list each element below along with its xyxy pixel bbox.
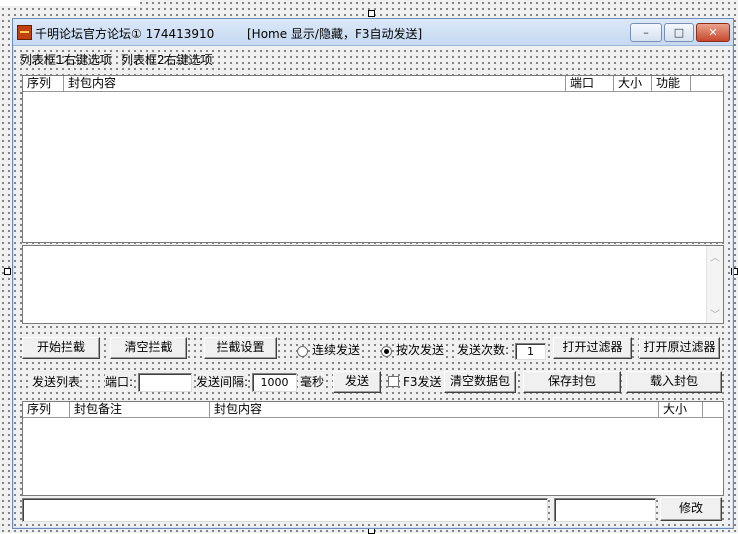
app-icon bbox=[17, 25, 32, 40]
value-edit-input[interactable] bbox=[554, 498, 656, 522]
resize-handle-left[interactable] bbox=[4, 268, 11, 275]
radio-times-send[interactable] bbox=[381, 346, 392, 357]
clear-capture-button[interactable]: 清空拦截 bbox=[110, 337, 187, 359]
send-count-input[interactable]: 1 bbox=[515, 343, 546, 360]
scroll-down-icon[interactable]: ﹀ bbox=[707, 306, 723, 321]
ms-label: 毫秒 bbox=[300, 374, 325, 390]
clear-packets-button[interactable]: 清空数据包 bbox=[444, 371, 516, 393]
column-header-index[interactable]: 序列 bbox=[23, 76, 64, 91]
editor-scrollbar[interactable]: ︿ ﹀ bbox=[706, 246, 723, 323]
send-list-label: 发送列表 bbox=[32, 374, 81, 390]
menu-listbox1-context[interactable]: 列表框1右键选项 bbox=[20, 52, 112, 68]
packet-editor[interactable]: ︿ ﹀ bbox=[22, 245, 724, 324]
minimize-icon: – bbox=[643, 26, 649, 39]
column-header-note[interactable]: 封包备注 bbox=[70, 402, 210, 417]
note-edit-input[interactable] bbox=[22, 498, 548, 522]
designer-top-strip bbox=[0, 0, 140, 6]
f3-send-checkbox[interactable] bbox=[388, 376, 399, 387]
save-packet-button[interactable]: 保存封包 bbox=[523, 371, 621, 393]
port-label: 端口: bbox=[105, 374, 134, 390]
resize-handle-top[interactable] bbox=[368, 10, 375, 17]
column-header-index[interactable]: 序列 bbox=[23, 402, 70, 417]
scroll-up-icon[interactable]: ︿ bbox=[707, 249, 723, 264]
form-designer-canvas: 千明论坛官方论坛① 174413910 [Home 显示/隐藏，F3自动发送] … bbox=[0, 0, 738, 534]
interval-label: 发送间隔: bbox=[196, 374, 249, 390]
open-original-filter-button[interactable]: 打开原过滤器 bbox=[639, 337, 720, 359]
load-packet-button[interactable]: 载入封包 bbox=[626, 371, 722, 393]
close-icon: ✕ bbox=[708, 26, 718, 39]
radio-continuous-send[interactable] bbox=[297, 346, 308, 357]
f3-send-label[interactable]: F3发送 bbox=[403, 374, 442, 390]
send-button[interactable]: 发送 bbox=[333, 371, 381, 393]
times-send-label[interactable]: 按次发送 bbox=[396, 342, 445, 358]
column-header-function[interactable]: 功能 bbox=[652, 76, 691, 91]
port-input[interactable] bbox=[138, 373, 192, 392]
column-header-size[interactable]: 大小 bbox=[614, 76, 652, 91]
column-header-content[interactable]: 封包内容 bbox=[64, 76, 566, 91]
continuous-send-label[interactable]: 连续发送 bbox=[312, 342, 361, 358]
minimize-button[interactable]: – bbox=[630, 23, 662, 42]
close-button[interactable]: ✕ bbox=[696, 23, 730, 42]
capture-list-header: 序列 封包内容 端口 大小 功能 bbox=[23, 76, 723, 92]
start-capture-button[interactable]: 开始拦截 bbox=[22, 337, 100, 359]
maximize-button[interactable]: □ bbox=[664, 23, 694, 42]
modify-button[interactable]: 修改 bbox=[660, 497, 722, 521]
capture-settings-button[interactable]: 拦截设置 bbox=[204, 337, 277, 359]
column-header-size[interactable]: 大小 bbox=[659, 402, 703, 417]
window-hint: [Home 显示/隐藏，F3自动发送] bbox=[247, 27, 423, 41]
send-list-header: 序列 封包备注 封包内容 大小 bbox=[23, 402, 723, 418]
column-header-port[interactable]: 端口 bbox=[566, 76, 614, 91]
maximize-icon: □ bbox=[673, 26, 685, 39]
open-filter-button[interactable]: 打开过滤器 bbox=[553, 337, 632, 359]
interval-input[interactable]: 1000 bbox=[252, 373, 297, 392]
menu-listbox2-context[interactable]: 列表框2右键选项 bbox=[121, 52, 213, 68]
capture-list[interactable]: 序列 封包内容 端口 大小 功能 bbox=[22, 75, 724, 243]
send-count-label: 发送次数: bbox=[457, 342, 510, 358]
send-list[interactable]: 序列 封包备注 封包内容 大小 bbox=[22, 401, 724, 496]
column-header-content[interactable]: 封包内容 bbox=[210, 402, 659, 417]
title-bar[interactable]: 千明论坛官方论坛① 174413910 [Home 显示/隐藏，F3自动发送] … bbox=[13, 19, 733, 46]
window-title: 千明论坛官方论坛① 174413910 bbox=[35, 27, 215, 41]
